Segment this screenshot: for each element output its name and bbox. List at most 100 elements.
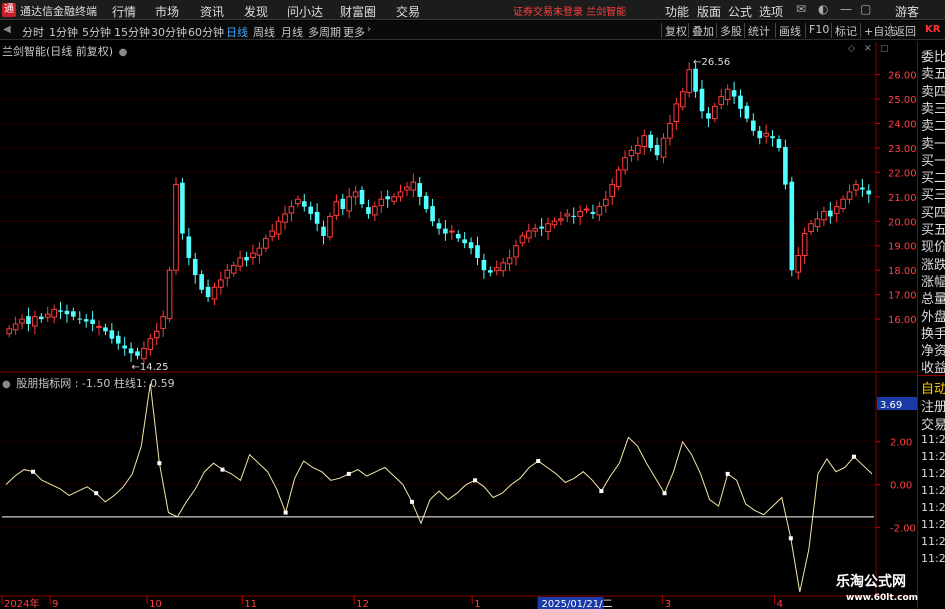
- price-tick-label: 17.00: [888, 291, 917, 302]
- panel-action-1[interactable]: 注册: [921, 396, 945, 415]
- quote-field-label: 卖二: [921, 119, 945, 135]
- tick-time-label: 11:27: [921, 483, 945, 497]
- time-tick-label: 12: [356, 599, 369, 609]
- quote-field-label: 卖五: [921, 67, 945, 83]
- candle-body: [58, 310, 63, 312]
- candle-body: [244, 256, 249, 261]
- candle-body: [262, 237, 269, 249]
- candle-body: [731, 90, 737, 97]
- indicator-line: [5, 383, 873, 593]
- candle-body: [596, 206, 603, 216]
- candle-body: [744, 105, 750, 119]
- candle-body: [103, 327, 108, 332]
- candle-body: [436, 223, 442, 229]
- quote-field-label: 净资: [921, 344, 945, 360]
- candle-body: [673, 103, 680, 123]
- candle-body: [295, 198, 301, 205]
- watermark-title: 乐淘公式网: [836, 574, 906, 590]
- candle-body: [654, 144, 660, 156]
- candle-body: [833, 206, 840, 214]
- candle-body: [738, 95, 743, 109]
- indicator-tick-label: 2.00: [890, 438, 912, 449]
- candle-body: [635, 144, 641, 154]
- candle-body: [641, 135, 648, 147]
- candle-body: [795, 255, 802, 273]
- candle-body: [423, 195, 429, 210]
- candle-body: [153, 330, 160, 339]
- candle-body: [269, 230, 276, 237]
- candle-body: [44, 313, 51, 318]
- candle-body: [250, 252, 256, 258]
- quote-field-label: 买五: [921, 223, 945, 238]
- quote-field-label: 卖一: [921, 136, 945, 152]
- time-tick-label: 11: [244, 599, 257, 609]
- candle-body: [789, 181, 795, 271]
- candle-body: [352, 191, 359, 198]
- candle-body: [776, 139, 782, 148]
- candle-body: [256, 247, 263, 256]
- candle-body: [679, 91, 686, 108]
- price-tick-label: 22.00: [888, 168, 917, 179]
- candle-body: [404, 186, 410, 191]
- time-tick-label: 9: [52, 599, 58, 609]
- candle-body: [391, 196, 397, 202]
- quote-field-label: 卖三: [921, 101, 945, 117]
- low-price-annotation: ←14.25: [132, 362, 169, 373]
- panel-action-2[interactable]: 交易: [921, 414, 945, 433]
- candle-body: [340, 198, 346, 210]
- candle-body: [628, 149, 635, 157]
- candle-body: [282, 213, 288, 223]
- candle-body: [410, 181, 417, 191]
- candle-body: [359, 189, 365, 205]
- candle-body: [493, 267, 500, 272]
- quote-field-label: 总量: [921, 292, 945, 308]
- indicator-marker: [31, 469, 36, 474]
- tick-time-label: 11:27: [921, 466, 945, 480]
- candle-body: [180, 182, 185, 234]
- candle-body: [205, 286, 211, 298]
- candle-body: [590, 211, 596, 214]
- candle-body: [840, 198, 846, 210]
- indicator-marker: [220, 467, 225, 472]
- indicator-tick-label: 0.00: [890, 481, 912, 492]
- candle-body: [699, 88, 705, 112]
- tick-time-label: 11:29: [921, 551, 945, 565]
- candle-body: [346, 196, 353, 212]
- candle-body: [115, 335, 121, 344]
- candle-body: [71, 311, 76, 317]
- candle-body: [90, 319, 95, 324]
- candlestick-chart[interactable]: 16.00 17.00 18.00 19.00 20.00 21.00 22.00 23.00…: [0, 0, 917, 609]
- candle-body: [109, 330, 115, 339]
- candle-body: [38, 316, 44, 320]
- candle-body: [770, 136, 775, 139]
- candle-body: [308, 206, 314, 214]
- candle-body: [26, 316, 31, 324]
- candle-body: [712, 105, 718, 120]
- candle-body: [321, 226, 326, 236]
- indicator-marker: [409, 499, 414, 504]
- candle-body: [83, 319, 89, 322]
- time-tick-label: 2024年: [4, 597, 39, 609]
- candle-body: [860, 187, 865, 190]
- candle-body: [783, 146, 788, 185]
- candle-body: [693, 68, 698, 92]
- indicator-marker: [473, 478, 478, 483]
- candle-body: [660, 137, 667, 158]
- panel-action-0[interactable]: 自动: [921, 378, 945, 397]
- time-tick-label: 10: [149, 599, 162, 609]
- time-tick-label: 2025/01/21/二: [542, 599, 613, 609]
- price-tick-label: 16.00: [888, 315, 917, 326]
- candle-body: [532, 228, 539, 232]
- indicator-marker: [662, 491, 667, 496]
- candle-body: [122, 345, 127, 349]
- candle-body: [583, 208, 590, 211]
- time-tick-label: 1: [474, 599, 480, 609]
- candle-body: [763, 132, 769, 137]
- time-tick-label: 4: [777, 599, 783, 609]
- candle-body: [128, 348, 134, 354]
- candle-body: [519, 235, 526, 244]
- time-tick-label: 3: [665, 599, 671, 609]
- candle-body: [718, 96, 725, 105]
- candle-body: [667, 122, 673, 139]
- price-tick-label: 19.00: [888, 242, 917, 253]
